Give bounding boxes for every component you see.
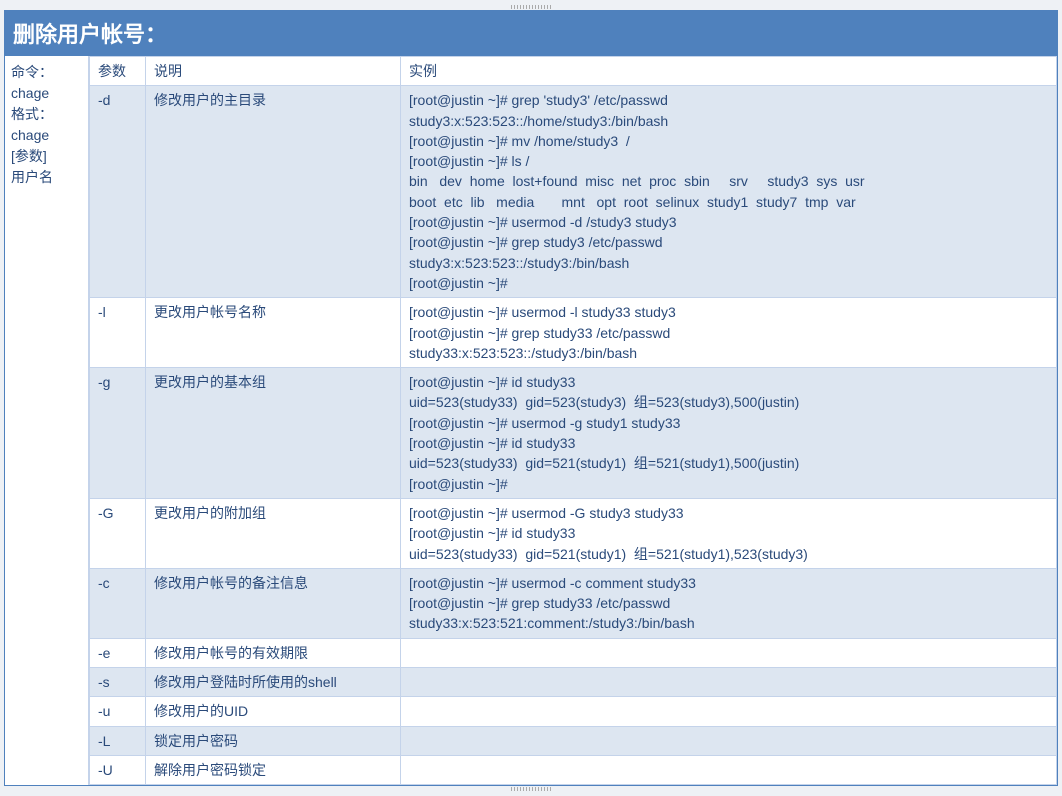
side-line: [参数] <box>11 146 82 167</box>
side-line: 命令： <box>11 62 82 83</box>
col-header-param: 参数 <box>90 57 146 86</box>
cell-desc: 修改用户帐号的有效期限 <box>146 638 401 667</box>
params-table: 参数 说明 实例 -d修改用户的主目录[root@justin ~]# grep… <box>89 56 1057 785</box>
document-frame: 删除用户帐号： 命令： chage 格式： chage [参数] 用户名 参数 … <box>4 10 1058 786</box>
cell-desc: 修改用户的UID <box>146 697 401 726</box>
table-row: -d修改用户的主目录[root@justin ~]# grep 'study3'… <box>90 86 1057 298</box>
cell-example <box>401 726 1057 755</box>
cell-param: -G <box>90 498 146 568</box>
table-header-row: 参数 说明 实例 <box>90 57 1057 86</box>
cell-desc: 修改用户的主目录 <box>146 86 401 298</box>
cell-example: [root@justin ~]# usermod -c comment stud… <box>401 568 1057 638</box>
col-header-example: 实例 <box>401 57 1057 86</box>
cell-param: -e <box>90 638 146 667</box>
grip-bottom <box>4 786 1058 792</box>
table-row: -e修改用户帐号的有效期限 <box>90 638 1057 667</box>
cell-param: -u <box>90 697 146 726</box>
cell-param: -g <box>90 368 146 499</box>
cell-param: -l <box>90 298 146 368</box>
table-row: -s修改用户登陆时所使用的shell <box>90 668 1057 697</box>
table-row: -u修改用户的UID <box>90 697 1057 726</box>
cell-desc: 解除用户密码锁定 <box>146 755 401 784</box>
side-column: 命令： chage 格式： chage [参数] 用户名 <box>5 56 89 785</box>
cell-example <box>401 697 1057 726</box>
table-row: -g更改用户的基本组[root@justin ~]# id study33 ui… <box>90 368 1057 499</box>
cell-example: [root@justin ~]# usermod -l study33 stud… <box>401 298 1057 368</box>
table-row: -l更改用户帐号名称[root@justin ~]# usermod -l st… <box>90 298 1057 368</box>
side-line: 格式： <box>11 104 82 125</box>
table-row: -c修改用户帐号的备注信息[root@justin ~]# usermod -c… <box>90 568 1057 638</box>
cell-example: [root@justin ~]# id study33 uid=523(stud… <box>401 368 1057 499</box>
cell-desc: 修改用户登陆时所使用的shell <box>146 668 401 697</box>
cell-example <box>401 755 1057 784</box>
side-line: chage <box>11 83 82 104</box>
cell-param: -c <box>90 568 146 638</box>
side-line: chage <box>11 125 82 146</box>
cell-param: -U <box>90 755 146 784</box>
main-column: 参数 说明 实例 -d修改用户的主目录[root@justin ~]# grep… <box>89 56 1057 785</box>
table-body: -d修改用户的主目录[root@justin ~]# grep 'study3'… <box>90 86 1057 785</box>
cell-desc: 更改用户帐号名称 <box>146 298 401 368</box>
side-line: 用户名 <box>11 167 82 188</box>
cell-desc: 更改用户的附加组 <box>146 498 401 568</box>
cell-param: -s <box>90 668 146 697</box>
cell-example <box>401 638 1057 667</box>
cell-example <box>401 668 1057 697</box>
table-row: -L锁定用户密码 <box>90 726 1057 755</box>
page-title: 删除用户帐号： <box>5 11 1057 56</box>
cell-example: [root@justin ~]# usermod -G study3 study… <box>401 498 1057 568</box>
cell-desc: 修改用户帐号的备注信息 <box>146 568 401 638</box>
table-row: -G更改用户的附加组[root@justin ~]# usermod -G st… <box>90 498 1057 568</box>
content-layout: 命令： chage 格式： chage [参数] 用户名 参数 说明 实例 -d… <box>5 56 1057 785</box>
cell-param: -L <box>90 726 146 755</box>
cell-desc: 锁定用户密码 <box>146 726 401 755</box>
cell-example: [root@justin ~]# grep 'study3' /etc/pass… <box>401 86 1057 298</box>
col-header-desc: 说明 <box>146 57 401 86</box>
cell-desc: 更改用户的基本组 <box>146 368 401 499</box>
cell-param: -d <box>90 86 146 298</box>
table-row: -U解除用户密码锁定 <box>90 755 1057 784</box>
